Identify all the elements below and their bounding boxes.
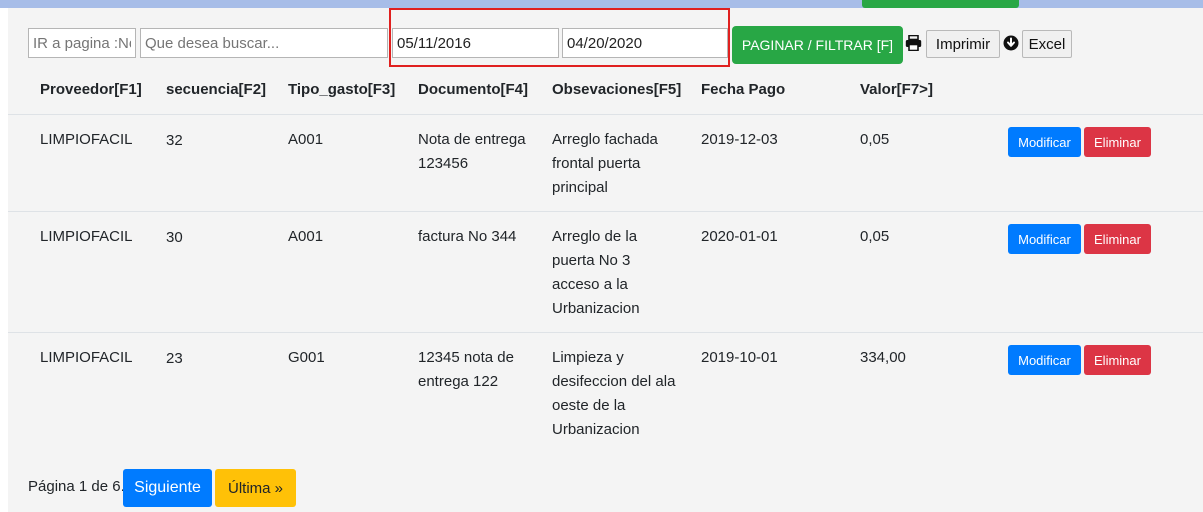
cell-line: principal — [552, 179, 608, 196]
excel-button[interactable]: Excel — [1022, 30, 1072, 58]
paginate-filter-button[interactable]: PAGINAR / FILTRAR [F] — [732, 26, 903, 64]
cell-fecha-pago: 2019-10-01 — [701, 349, 778, 366]
cell-line: factura No 344 — [418, 228, 517, 245]
column-header-fecha-pago[interactable]: Fecha Pago — [701, 81, 785, 98]
row-divider — [8, 332, 1203, 333]
column-header-valor[interactable]: Valor[F7>] — [860, 81, 933, 98]
cell-fecha-pago: 2020-01-01 — [701, 228, 778, 245]
modify-button[interactable]: Modificar — [1008, 224, 1081, 254]
cell-line: puerta No 3 — [552, 252, 631, 269]
pagination-info: Página 1 de 6. — [28, 478, 125, 495]
cell-line: Urbanizacion — [552, 300, 640, 317]
row-divider — [8, 211, 1203, 212]
cell-line: Nota de entrega — [418, 131, 526, 148]
column-header-documento[interactable]: Documento[F4] — [418, 81, 528, 98]
delete-button[interactable]: Eliminar — [1084, 224, 1151, 254]
modify-button[interactable]: Modificar — [1008, 345, 1081, 375]
cell-line: Arreglo de la — [552, 228, 638, 245]
cell-proveedor: LIMPIOFACIL — [40, 131, 133, 148]
column-header-tipo-gasto[interactable]: Tipo_gasto[F3] — [288, 81, 395, 98]
cell-secuencia: 30 — [166, 229, 183, 246]
cell-observaciones: Arreglo de la puerta No 3 acceso a la Ur… — [552, 225, 640, 321]
cell-line: 12345 nota de — [418, 349, 514, 366]
cell-observaciones: Limpieza y desifeccion del ala oeste de … — [552, 346, 675, 442]
cell-valor: 334,00 — [860, 349, 906, 366]
top-accent-bar — [0, 0, 1203, 8]
last-page-button[interactable]: Última » — [215, 469, 296, 507]
cell-line: 123456 — [418, 155, 469, 172]
cell-observaciones: Arreglo fachada frontal puerta principal — [552, 128, 658, 200]
cell-documento: factura No 344 — [418, 225, 516, 249]
cell-fecha-pago: 2019-12-03 — [701, 131, 778, 148]
goto-page-input[interactable] — [28, 28, 136, 58]
header-divider — [8, 114, 1203, 115]
cell-secuencia: 32 — [166, 132, 183, 149]
cell-line: frontal puerta — [552, 155, 641, 172]
cell-tipo-gasto: A001 — [288, 131, 324, 148]
cell-secuencia: 23 — [166, 350, 183, 367]
cell-line: Limpieza y — [552, 349, 624, 366]
delete-button[interactable]: Eliminar — [1084, 345, 1151, 375]
next-page-button[interactable]: Siguiente — [123, 469, 212, 507]
cell-tipo-gasto: G001 — [288, 349, 325, 366]
cell-line: desifeccion del ala — [552, 373, 676, 390]
cell-proveedor: LIMPIOFACIL — [40, 228, 133, 245]
cell-line: Arreglo fachada — [552, 131, 658, 148]
column-header-secuencia[interactable]: secuencia[F2] — [166, 81, 266, 98]
download-circle-icon — [1003, 35, 1019, 56]
print-button[interactable]: Imprimir — [926, 30, 1000, 58]
cell-line: entrega 122 — [418, 373, 499, 390]
cell-tipo-gasto: A001 — [288, 228, 324, 245]
modify-button[interactable]: Modificar — [1008, 127, 1081, 157]
cell-line: Urbanizacion — [552, 421, 640, 438]
delete-button[interactable]: Eliminar — [1084, 127, 1151, 157]
date-range-highlight — [389, 8, 730, 67]
cell-valor: 0,05 — [860, 131, 890, 148]
column-header-proveedor[interactable]: Proveedor[F1] — [40, 81, 142, 98]
cell-documento: 12345 nota de entrega 122 — [418, 346, 514, 394]
cell-valor: 0,05 — [860, 228, 890, 245]
top-green-tab[interactable] — [862, 0, 1019, 8]
column-header-observaciones[interactable]: Obsevaciones[F5] — [552, 81, 681, 98]
printer-icon — [905, 34, 922, 56]
cell-proveedor: LIMPIOFACIL — [40, 349, 133, 366]
search-input[interactable] — [140, 28, 388, 58]
cell-line: acceso a la — [552, 276, 628, 293]
cell-documento: Nota de entrega 123456 — [418, 128, 526, 176]
cell-line: oeste de la — [552, 397, 626, 414]
